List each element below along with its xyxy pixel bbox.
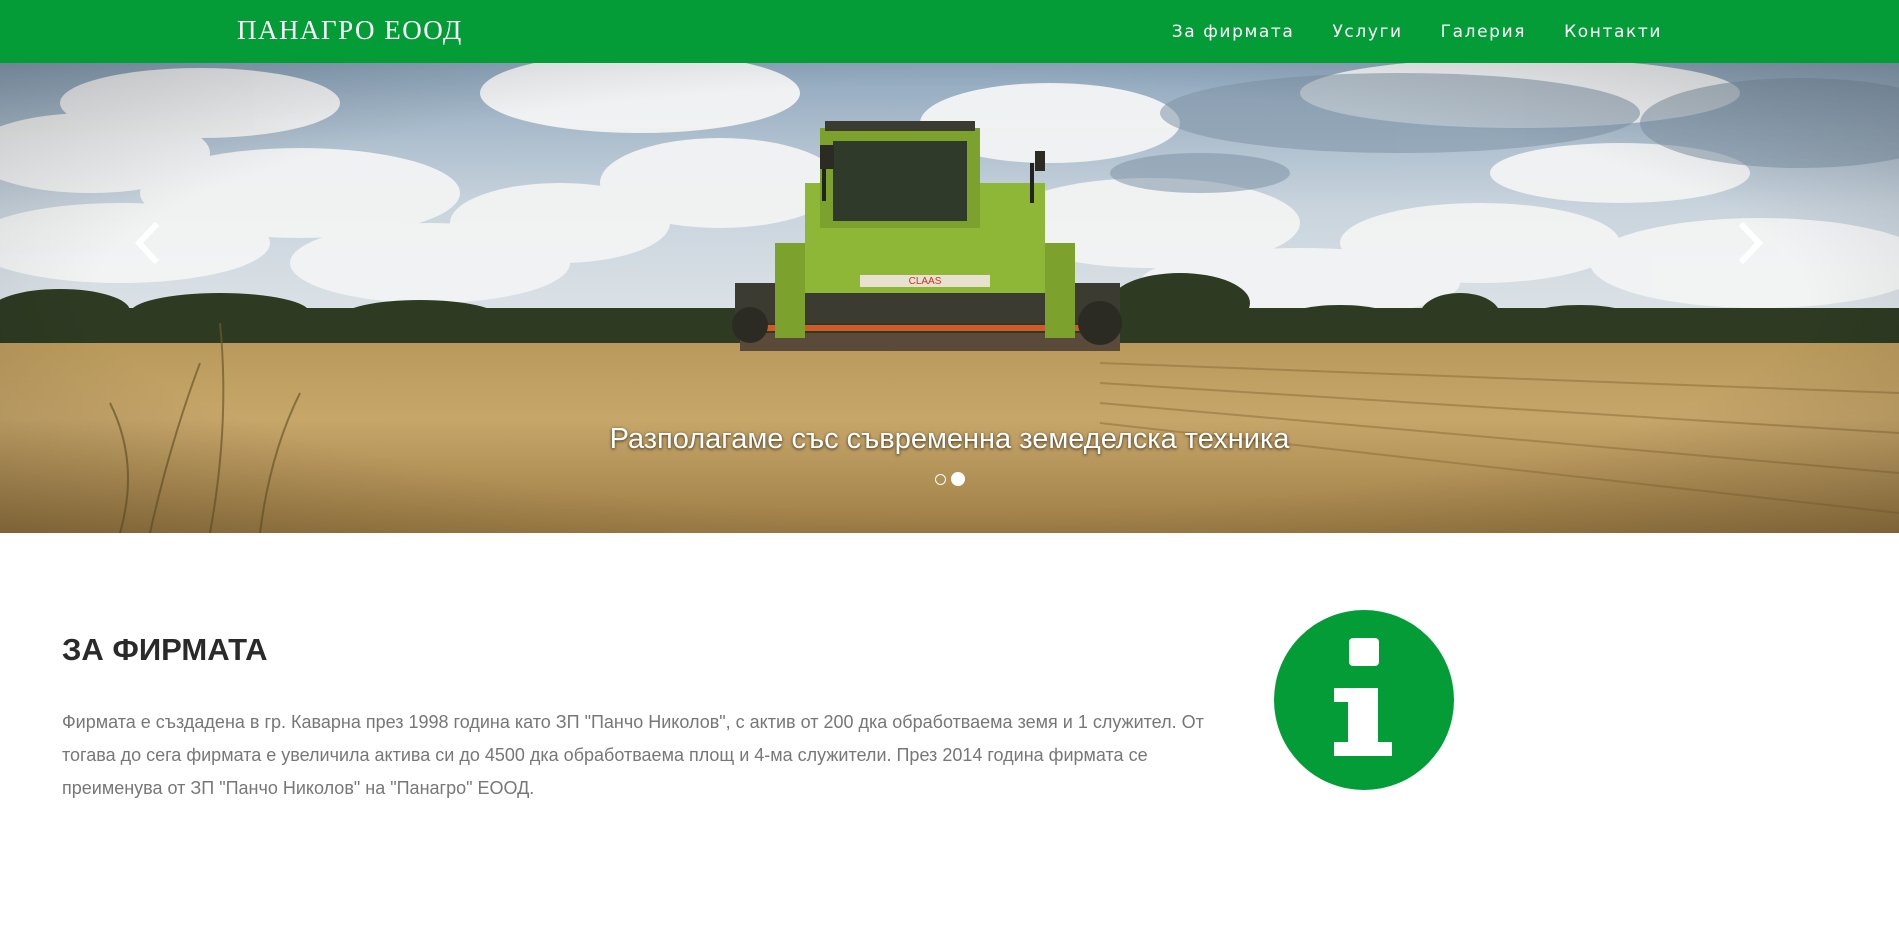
about-description: Фирмата е създадена в гр. Каварна през 1… <box>62 712 1204 798</box>
carousel-prev-button[interactable] <box>116 198 176 288</box>
carousel-caption: Разполагаме със съвременна земеделска те… <box>609 423 1290 455</box>
brand-logo[interactable]: ПАНАГРО ЕООД <box>237 13 463 47</box>
carousel-indicators <box>935 472 965 486</box>
chevron-right-icon <box>1739 222 1764 264</box>
carousel-indicator-1[interactable] <box>935 473 946 485</box>
carousel-indicator-2[interactable] <box>951 472 965 486</box>
main-nav: За фирмата Услуги Галерия Контакти <box>1153 0 1662 63</box>
slide-image-harvester: CLAAS <box>0 63 1899 533</box>
info-icon <box>1274 610 1454 790</box>
nav-item-services[interactable]: Услуги <box>1313 22 1421 42</box>
hero-carousel: CLAAS Разполагаме със съвременна земедел… <box>0 63 1899 533</box>
chevron-left-icon <box>134 222 159 264</box>
navbar: ПАНАГРО ЕООД За фирмата Услуги Галерия К… <box>0 0 1899 63</box>
nav-item-contacts[interactable]: Контакти <box>1545 22 1662 42</box>
nav-item-gallery[interactable]: Галерия <box>1422 22 1545 42</box>
carousel-next-button[interactable] <box>1722 198 1782 288</box>
section-title-about: ЗА ФИРМАТА <box>62 632 268 667</box>
nav-item-about[interactable]: За фирмата <box>1153 22 1314 42</box>
